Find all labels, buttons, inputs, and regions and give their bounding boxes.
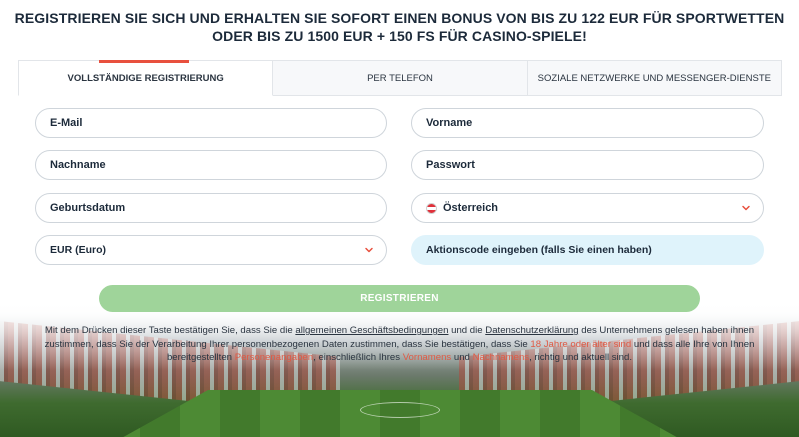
terms-link-agb[interactable]: allgemeinen Geschäftsbedingungen [295, 325, 448, 336]
email-placeholder: E-Mail [50, 117, 83, 129]
tab-phone[interactable]: PER TELEFON [273, 60, 528, 96]
currency-select[interactable]: EUR (Euro) [35, 235, 387, 265]
promo-placeholder: Aktionscode eingeben (falls Sie einen ha… [426, 244, 652, 256]
terms-part: und [451, 352, 473, 363]
terms-part: Mit dem Drücken dieser Taste bestätigen … [44, 325, 296, 336]
currency-value: EUR (Euro) [50, 244, 106, 256]
pitch-center-circle [360, 402, 440, 418]
email-field[interactable]: E-Mail [35, 108, 387, 138]
terms-part: , richtig und aktuell sind. [529, 352, 633, 363]
terms-age-highlight: 18 Jahre oder älter sind [530, 338, 632, 350]
austria-flag-icon [426, 202, 437, 214]
birthdate-placeholder: Geburtsdatum [50, 202, 126, 214]
promo-code-field[interactable]: Aktionscode eingeben (falls Sie einen ha… [411, 235, 764, 265]
birthdate-field[interactable]: Geburtsdatum [35, 193, 387, 223]
stadium-background [0, 300, 799, 437]
terms-personal-data-highlight: Personenangaben [234, 352, 314, 363]
firstname-placeholder: Vorname [426, 117, 473, 129]
lastname-field[interactable]: Nachname [35, 150, 387, 180]
terms-part: , einschließlich Ihres [313, 352, 403, 363]
terms-firstname-highlight: Vornamens [402, 352, 452, 363]
tab-full-registration[interactable]: VOLLSTÄNDIGE REGISTRIERUNG [18, 60, 274, 96]
terms-link-privacy[interactable]: Datenschutzerklärung [485, 325, 578, 336]
password-placeholder: Passwort [426, 159, 475, 171]
register-button[interactable]: REGISTRIEREN [99, 285, 700, 312]
terms-text: Mit dem Drücken dieser Taste bestätigen … [25, 324, 774, 365]
country-value: Österreich [443, 202, 499, 214]
terms-part: und die [448, 325, 486, 336]
terms-lastname-highlight: Nachnamens [472, 352, 530, 363]
bonus-headline: REGISTRIEREN SIE SICH UND ERHALTEN SIE S… [14, 10, 785, 44]
password-field[interactable]: Passwort [411, 150, 764, 180]
lastname-placeholder: Nachname [50, 159, 106, 171]
firstname-field[interactable]: Vorname [411, 108, 764, 138]
chevron-down-icon [742, 205, 750, 211]
registration-tabs: VOLLSTÄNDIGE REGISTRIERUNG PER TELEFON S… [18, 60, 782, 96]
chevron-down-icon [365, 247, 373, 253]
country-select[interactable]: Österreich [411, 193, 764, 223]
tab-social-networks[interactable]: SOZIALE NETZWERKE UND MESSENGER-DIENSTE [527, 60, 782, 96]
